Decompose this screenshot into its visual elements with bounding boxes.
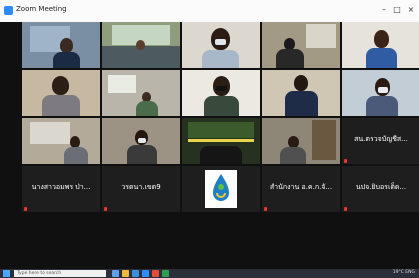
participant-name: นปจ.ยิบอรเต็ด... (355, 183, 407, 191)
muted-mic-icon (344, 207, 347, 211)
participant-name: นางสาวอมพร ป่า... (31, 183, 91, 191)
participant-tile[interactable] (22, 118, 100, 164)
system-tray: 19°C ENG (392, 270, 415, 275)
window-titlebar: Zoom Meeting – □ × (0, 0, 419, 23)
zoom-app-icon (4, 6, 13, 15)
muted-mic-icon (264, 207, 267, 211)
muted-mic-icon (104, 207, 107, 211)
participant-tile[interactable] (262, 118, 340, 164)
participant-tile-video-off[interactable]: นางสาวอมพร ป่า... (22, 166, 100, 212)
participant-tile[interactable] (22, 70, 100, 116)
participant-tile[interactable] (182, 22, 260, 68)
participant-tile-logo[interactable] (182, 166, 260, 212)
participant-name: สน.ตรวจบัญชีส... (354, 135, 408, 143)
window-title: Zoom Meeting (16, 5, 67, 13)
edge-browser-icon[interactable] (132, 270, 139, 277)
taskbar-search-input[interactable]: Type here to search (14, 270, 106, 277)
file-explorer-icon[interactable] (122, 270, 129, 277)
app-taskbar-icon[interactable] (162, 270, 169, 277)
participant-tile[interactable] (342, 70, 419, 116)
task-view-icon[interactable] (112, 270, 119, 277)
close-button[interactable]: × (404, 3, 418, 17)
participant-tile[interactable] (22, 22, 100, 68)
participant-name: สำนักงาน อ.ค.ก.จั... (269, 183, 333, 191)
participant-name: วรดนา.เขต9 (121, 183, 161, 191)
muted-mic-icon (344, 159, 347, 163)
participant-tile[interactable] (102, 118, 180, 164)
participant-tile[interactable] (342, 22, 419, 68)
gallery-grid: สน.ตรวจบัญชีส... นางสาวอมพร ป่า... วรดนา… (22, 22, 419, 266)
participant-tile-video-off[interactable]: นปจ.ยิบอรเต็ด... (342, 166, 419, 212)
participant-tile[interactable] (182, 118, 260, 164)
participant-tile-video-off[interactable]: วรดนา.เขต9 (102, 166, 180, 212)
participant-tile-video-off[interactable]: สำนักงาน อ.ค.ก.จั... (262, 166, 340, 212)
zoom-taskbar-icon[interactable] (142, 270, 149, 277)
participant-tile[interactable] (262, 22, 340, 68)
minimize-button[interactable]: – (377, 3, 391, 17)
app-taskbar-icon[interactable] (152, 270, 159, 277)
participant-tile[interactable] (102, 70, 180, 116)
participant-tile[interactable] (262, 70, 340, 116)
muted-mic-icon (24, 207, 27, 211)
participant-tile[interactable] (182, 70, 260, 116)
participant-tile-video-off[interactable]: สน.ตรวจบัญชีส... (342, 118, 419, 164)
windows-start-icon[interactable] (3, 270, 10, 277)
maximize-button[interactable]: □ (390, 3, 404, 17)
participant-tile-active-speaker[interactable] (102, 22, 180, 68)
windows-taskbar: Type here to search 19°C ENG (0, 269, 419, 278)
organization-logo-icon (213, 174, 229, 201)
